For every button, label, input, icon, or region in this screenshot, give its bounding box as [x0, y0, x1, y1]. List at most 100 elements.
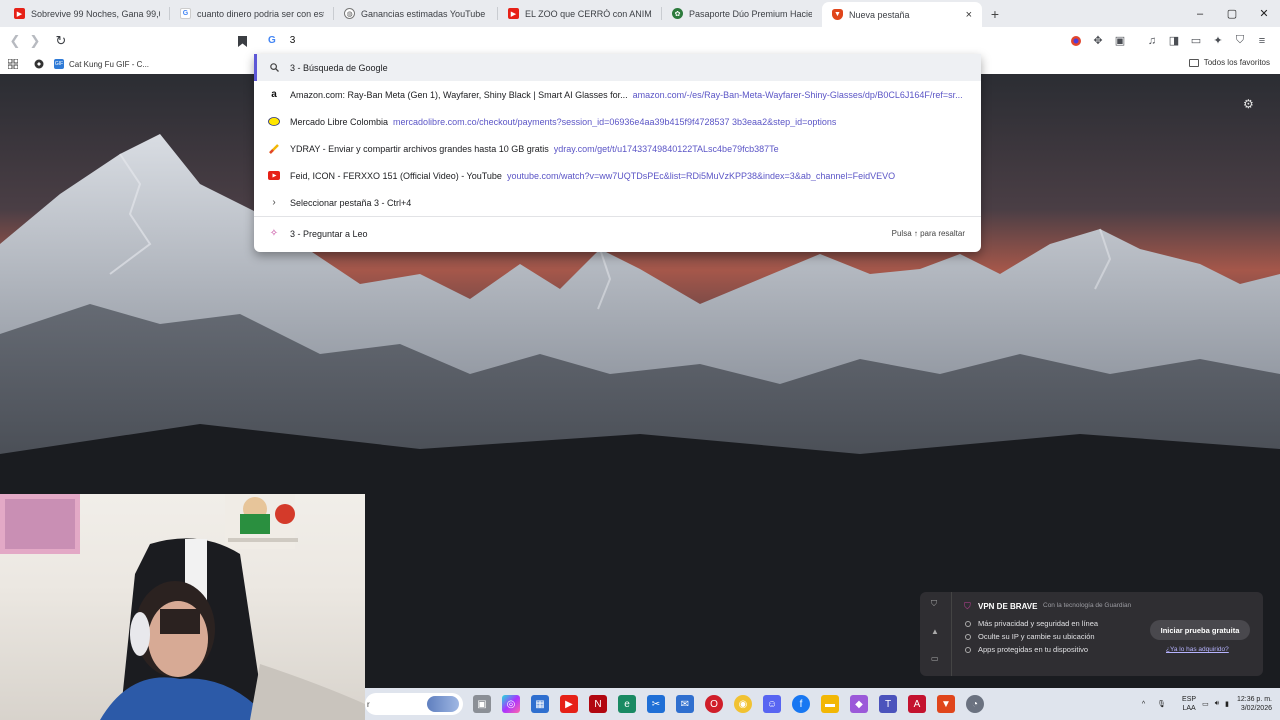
tab-4[interactable]: ▶ EL ZOO que CERRÓ con ANIMALES D: [498, 0, 662, 27]
tab-title: Ganancias estimadas YouTube: [361, 8, 486, 19]
start-trial-button[interactable]: Iniciar prueba gratuita: [1150, 620, 1250, 640]
suggestion-url: youtube.com/watch?v=ww7UQTDsPEc&list=RDi…: [506, 170, 896, 181]
tab-title: Pasaporte Dúo Premium Hacienda N: [689, 8, 812, 19]
warning-icon[interactable]: ▲: [931, 627, 941, 637]
vpn-logo-icon: ⛉: [964, 601, 971, 611]
youtube-icon: [267, 169, 281, 183]
menu-icon[interactable]: ≡: [1252, 31, 1272, 50]
outlook-icon[interactable]: ✉: [676, 695, 694, 713]
forward-icon[interactable]: ❯: [25, 31, 45, 51]
display-icon[interactable]: ▭: [1202, 700, 1209, 708]
address-input[interactable]: [289, 35, 690, 46]
microphone-icon[interactable]: 🎙︎: [1157, 700, 1166, 708]
suggestion-switch-tab[interactable]: › Seleccionar pestaña 3 - Ctrl+4: [254, 189, 981, 216]
suggestion-search[interactable]: 3 - Búsqueda de Google: [254, 54, 981, 81]
omnibox-suggestions: 3 - Búsqueda de Google a Amazon.com: Ray…: [254, 54, 981, 252]
shield-icon[interactable]: ⛉: [931, 599, 941, 609]
card-icon[interactable]: ▭: [931, 654, 941, 664]
already-purchased-link[interactable]: ¿Ya lo has adquirido?: [1166, 646, 1229, 653]
vpn-shield-icon[interactable]: ⛉: [1230, 31, 1250, 50]
extensions-icon[interactable]: ✥: [1088, 31, 1108, 50]
minimize-icon[interactable]: –: [1184, 0, 1216, 27]
close-window-icon[interactable]: ✕: [1248, 0, 1280, 27]
apps-icon[interactable]: [8, 59, 18, 69]
tab-title: EL ZOO que CERRÓ con ANIMALES D: [525, 8, 652, 19]
vpn-feature: Oculte su IP y cambie su ubicación: [965, 632, 1095, 641]
wallet-icon[interactable]: ▭: [1186, 31, 1206, 50]
suggestion-ydray[interactable]: YDRAY - Enviar y compartir archivos gran…: [254, 135, 981, 162]
bookmark-globe-icon[interactable]: [34, 59, 44, 69]
google-icon: G: [268, 35, 276, 46]
date: 3/02/2026: [1240, 705, 1272, 712]
close-tab-icon[interactable]: ×: [958, 9, 972, 21]
netflix-icon[interactable]: N: [589, 695, 607, 713]
tab-2[interactable]: G cuanto dinero podria ser con este nu: [170, 0, 334, 27]
teams-icon[interactable]: T: [879, 695, 897, 713]
brave-taskbar-icon[interactable]: ▼: [937, 695, 955, 713]
leo-icon[interactable]: ✦: [1208, 31, 1228, 50]
webcam-overlay: [0, 494, 365, 720]
all-favorites[interactable]: Todos los favoritos: [1188, 58, 1270, 67]
taskbar-search[interactable]: r: [365, 693, 463, 715]
check-icon: [965, 646, 971, 653]
window-controls: – ▢ ✕: [1184, 0, 1280, 27]
suggestion-youtube[interactable]: Feid, ICON - FERXXO 151 (Official Video)…: [254, 162, 981, 189]
tab-title: Sobrevive 99 Noches, Gana 99,000 D: [31, 8, 160, 19]
chrome-icon[interactable]: ◉: [734, 695, 752, 713]
hacienda-icon: ✿: [672, 8, 683, 19]
opera-icon[interactable]: O: [705, 695, 723, 713]
task-view-icon[interactable]: ▣: [473, 695, 491, 713]
youtube-icon: ▶: [508, 8, 519, 19]
discord-icon[interactable]: ☺: [763, 695, 781, 713]
clock[interactable]: 12:36 p. m. 3/02/2026: [1237, 695, 1272, 713]
new-tab-button[interactable]: +: [982, 6, 1008, 22]
store-icon[interactable]: ▦: [531, 695, 549, 713]
language-indicator[interactable]: ESP LAA: [1182, 695, 1196, 713]
tab-active[interactable]: ▼ Nueva pestaña ×: [822, 2, 982, 27]
bookmark-item[interactable]: GIF Cat Kung Fu GIF - C...: [54, 59, 149, 69]
rewards-icon[interactable]: [1066, 31, 1086, 50]
mercadolibre-icon: [267, 115, 281, 129]
vpn-feature: Más privacidad y seguridad en línea: [965, 619, 1098, 628]
search-highlight-icon: [427, 696, 459, 712]
media-icon[interactable]: ♫: [1142, 31, 1162, 50]
obs-icon[interactable]: ◔: [966, 695, 984, 713]
chevron-right-icon: ›: [272, 197, 276, 208]
file-explorer-icon[interactable]: ▬: [821, 695, 839, 713]
tab-5[interactable]: ✿ Pasaporte Dúo Premium Hacienda N: [662, 0, 822, 27]
battery-icon[interactable]: ▮: [1225, 700, 1229, 708]
suggestion-text: YDRAY - Enviar y compartir archivos gran…: [290, 143, 549, 154]
volume-icon[interactable]: 🔊︎: [1215, 700, 1219, 708]
chevron-up-icon[interactable]: ^: [1142, 701, 1145, 708]
maximize-icon[interactable]: ▢: [1216, 0, 1248, 27]
obsidian-icon[interactable]: ◆: [850, 695, 868, 713]
edge-icon[interactable]: e: [618, 695, 636, 713]
facebook-icon[interactable]: f: [792, 695, 810, 713]
globe-icon: ◍: [344, 8, 355, 19]
capcut-icon[interactable]: ✂: [647, 695, 665, 713]
suggestion-text: Amazon.com: Ray-Ban Meta (Gen 1), Wayfar…: [290, 89, 628, 100]
keyboard-hint: Pulsa ↑ para resaltar: [891, 229, 965, 238]
bookmark-icon[interactable]: [232, 31, 252, 51]
gif-icon: GIF: [54, 59, 64, 69]
youtube-app-icon[interactable]: ▶: [560, 695, 578, 713]
reload-icon[interactable]: ↻: [51, 31, 71, 51]
suggestion-mercadolibre[interactable]: Mercado Libre Colombia mercadolibre.com.…: [254, 108, 981, 135]
suggestion-amazon[interactable]: a Amazon.com: Ray-Ban Meta (Gen 1), Wayf…: [254, 81, 981, 108]
suggestion-ask-leo[interactable]: ✧ 3 - Preguntar a Leo Pulsa ↑ para resal…: [254, 220, 981, 247]
sidebar-icon[interactable]: ◨: [1164, 31, 1184, 50]
tab-3[interactable]: ◍ Ganancias estimadas YouTube: [334, 0, 498, 27]
google-icon: G: [180, 8, 191, 19]
toolbar: ❮ ❯ ↻ G ✥ ▣ ♫ ◨ ▭ ✦ ⛉ ≡: [0, 27, 1280, 54]
vpn-feature-text: Apps protegidas en tu dispositivo: [978, 645, 1089, 654]
acrobat-icon[interactable]: A: [908, 695, 926, 713]
suggestion-text: Feid, ICON - FERXXO 151 (Official Video)…: [290, 170, 502, 181]
tab-1[interactable]: ▶ Sobrevive 99 Noches, Gana 99,000 D: [4, 0, 170, 27]
settings-gear-icon[interactable]: ⚙: [1243, 97, 1257, 111]
split-view-icon[interactable]: ▣: [1110, 31, 1130, 50]
back-icon[interactable]: ❮: [5, 31, 25, 51]
all-favorites-label: Todos los favoritos: [1203, 58, 1270, 67]
taskbar-search-text: r: [367, 699, 370, 709]
address-bar[interactable]: G: [254, 27, 981, 54]
copilot-icon[interactable]: ◎: [502, 695, 520, 713]
